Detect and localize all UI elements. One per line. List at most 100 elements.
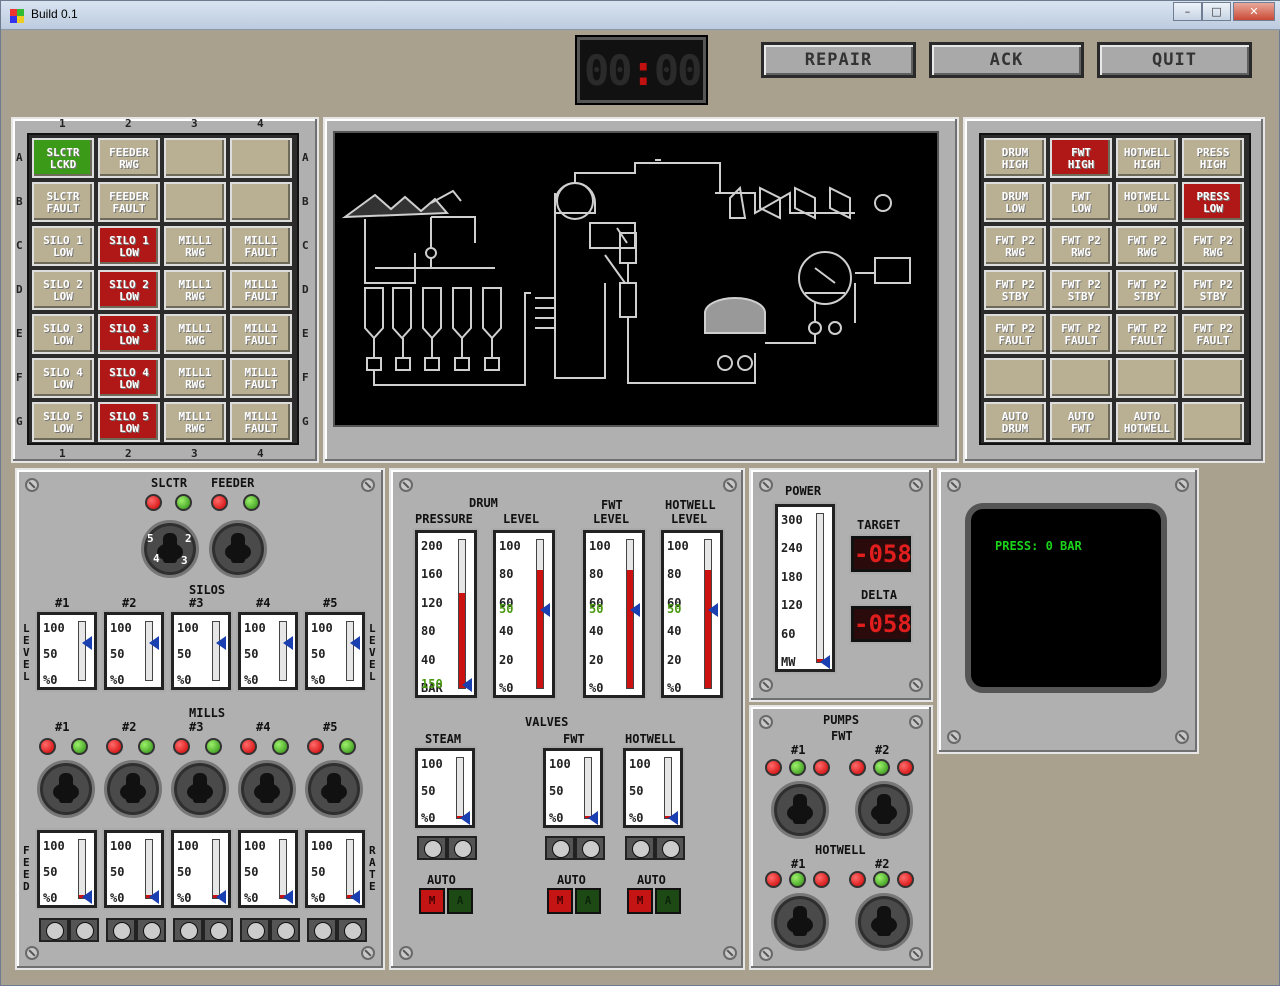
steam-manual-button[interactable]: M [419, 888, 445, 914]
setpoint-marker[interactable] [350, 889, 360, 904]
setpoint-marker[interactable] [216, 635, 226, 650]
silo-number: #4 [256, 596, 271, 610]
setpoint-marker[interactable] [668, 811, 678, 825]
title-bar[interactable]: Build 0.1 – □ ✕ [1, 1, 1280, 30]
setpoint-marker[interactable] [82, 889, 92, 904]
gauge-tube [346, 621, 354, 681]
setpoint-marker[interactable] [82, 635, 92, 650]
hotwell-manual-button[interactable]: M [627, 888, 653, 914]
steam-valve-open-button[interactable] [447, 836, 477, 860]
drum-level-gauge: 100 80 60 40 20 %0 50 [493, 530, 555, 698]
steam-valve-close-button[interactable] [417, 836, 447, 860]
increase-button[interactable] [136, 918, 166, 942]
ack-button[interactable]: ACK [929, 42, 1084, 78]
feeder-switch-knob[interactable] [209, 520, 267, 578]
valve-fwt-label: FWT [563, 732, 585, 746]
setpoint-marker[interactable] [283, 889, 293, 904]
quit-button[interactable]: QUIT [1097, 42, 1252, 78]
decrease-button[interactable] [240, 918, 270, 942]
app-window: Build 0.1 – □ ✕ 00:00 REPAIR ACK QUIT SL… [0, 0, 1280, 986]
setpoint-marker[interactable] [283, 635, 293, 650]
power-label: POWER [785, 484, 822, 498]
knob-mark: 2 [185, 532, 192, 545]
repair-button[interactable]: REPAIR [761, 42, 916, 78]
annunciator-tile: FWT P2 FAULT [1116, 314, 1178, 354]
column-label: 3 [191, 447, 198, 460]
hotwell-pump2-knob[interactable] [855, 893, 913, 951]
increase-button[interactable] [69, 918, 99, 942]
mill-switch-knob[interactable] [305, 760, 363, 818]
fwt-level-gauge: 100 80 60 40 20 %0 50 [583, 530, 645, 698]
setpoint-marker[interactable] [350, 635, 360, 650]
hotwell-auto-button[interactable]: A [655, 888, 681, 914]
increase-button[interactable] [337, 918, 367, 942]
mill-number: #3 [189, 720, 204, 734]
gauge-tick-label: 50 [629, 784, 644, 798]
screw-icon [947, 478, 961, 492]
gauge-tube [279, 621, 287, 681]
annunciator-tile [230, 182, 292, 222]
close-button[interactable]: ✕ [1233, 2, 1275, 21]
fwt-manual-button[interactable]: M [547, 888, 573, 914]
annunciator-tile [1182, 358, 1244, 398]
hotwell-valve-open-button[interactable] [655, 836, 685, 860]
gauge-tick-label: 50 [311, 865, 326, 879]
fwt-valve-open-button[interactable] [575, 836, 605, 860]
gauge-tick-label: %0 [499, 681, 514, 695]
mill-switch-knob[interactable] [238, 760, 296, 818]
steam-valve-gauge: 100 50 %0 [415, 748, 475, 828]
setpoint-marker[interactable] [149, 635, 159, 650]
feed-rate-gauge: 100 50 %0 [305, 830, 365, 908]
minimize-button[interactable]: – [1173, 2, 1202, 21]
increase-button[interactable] [203, 918, 233, 942]
mill-switch-knob[interactable] [104, 760, 162, 818]
maximize-button[interactable]: □ [1202, 2, 1231, 21]
setpoint-marker[interactable] [216, 889, 226, 904]
mill-switch-knob[interactable] [171, 760, 229, 818]
clock-minutes: 00 [584, 46, 633, 95]
decrease-button[interactable] [39, 918, 69, 942]
column-label: 3 [191, 117, 198, 130]
hotwell-pump1-knob[interactable] [771, 893, 829, 951]
knob-mark: 5 [147, 532, 154, 545]
setpoint-marker[interactable] [460, 811, 470, 825]
fwt-pump2-knob[interactable] [855, 781, 913, 839]
annunciator-tile: PRESS HIGH [1182, 138, 1244, 178]
slctr-red-lamp [145, 494, 162, 511]
drum-label: DRUM [469, 496, 498, 510]
target-label: TARGET [857, 518, 901, 532]
hotwell-valve-close-button[interactable] [625, 836, 655, 860]
mill-green-lamp [71, 738, 88, 755]
setpoint-marker[interactable] [540, 602, 550, 617]
mill-switch-knob[interactable] [37, 760, 95, 818]
slctr-selector-knob[interactable] [141, 520, 199, 578]
gauge-tick-label: 120 [781, 598, 803, 613]
fwt-valve-close-button[interactable] [545, 836, 575, 860]
fwt-auto-button[interactable]: A [575, 888, 601, 914]
decrease-button[interactable] [173, 918, 203, 942]
setpoint-marker[interactable] [588, 811, 598, 825]
water-panel: DRUM PRESSURE LEVEL FWT LEVEL HOTWELL LE… [389, 468, 745, 970]
annunciator-tile: HOTWELL HIGH [1116, 138, 1178, 178]
pumps-hotwell-label: HOTWELL [815, 843, 866, 857]
gauge-fill [705, 569, 711, 688]
decrease-button[interactable] [106, 918, 136, 942]
setpoint-marker[interactable] [149, 889, 159, 904]
fuel-panel: SLCTR FEEDER 5 2 4 3 SILOS #1 100 50 %0 #1 10… [15, 468, 385, 970]
fwt-pump1-knob[interactable] [771, 781, 829, 839]
setpoint-marker[interactable] [820, 655, 830, 669]
gauge-tick-label: 100 [177, 839, 199, 853]
gauge-tick-label: 20 [667, 652, 682, 667]
setpoint-marker[interactable] [708, 602, 718, 617]
window-title: Build 0.1 [31, 7, 78, 21]
setpoint-marker[interactable] [630, 602, 640, 617]
crt-panel: PRESS: 0 BAR [937, 468, 1199, 754]
decrease-button[interactable] [307, 918, 337, 942]
gauge-tick-label: 100 [110, 621, 132, 635]
increase-button[interactable] [270, 918, 300, 942]
annunciator-tile [230, 138, 292, 178]
silo-number: #3 [189, 596, 204, 610]
gauge-tick-label: 40 [667, 624, 682, 639]
setpoint-marker[interactable] [462, 678, 472, 693]
steam-auto-button[interactable]: A [447, 888, 473, 914]
